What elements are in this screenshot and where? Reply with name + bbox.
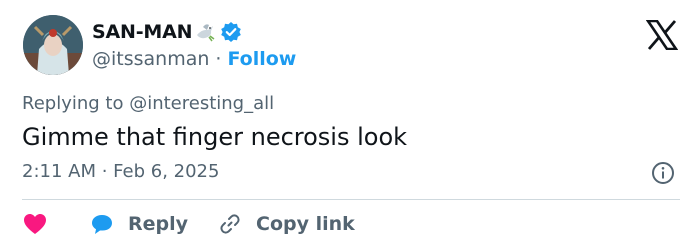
tweet-timestamp[interactable]: 2:11 AM · Feb 6, 2025 (22, 161, 219, 182)
user-handle[interactable]: @itssanman (92, 48, 209, 70)
name-row: SAN-MAN (92, 20, 242, 44)
divider (22, 199, 680, 200)
like-button[interactable] (22, 212, 48, 236)
separator-dot: · (215, 48, 222, 70)
avatar[interactable] (23, 15, 83, 75)
display-name[interactable]: SAN-MAN (92, 21, 192, 43)
action-bar: Reply Copy link (22, 210, 355, 238)
copy-link-button[interactable]: Copy link (218, 212, 355, 236)
verified-badge-icon (220, 21, 242, 43)
reply-button[interactable]: Reply (90, 213, 188, 235)
reply-label: Reply (128, 213, 189, 235)
replying-to-text: Replying to @interesting_all (22, 93, 275, 114)
heart-icon (22, 212, 48, 236)
tweet-text: Gimme that finger necrosis look (22, 123, 408, 151)
follow-button[interactable]: Follow (227, 48, 296, 70)
link-icon (218, 212, 242, 236)
dove-emoji-icon (194, 21, 216, 43)
copy-link-label: Copy link (256, 213, 355, 235)
x-logo-icon[interactable] (645, 19, 679, 51)
info-icon[interactable] (651, 161, 675, 185)
speech-bubble-icon (90, 213, 114, 235)
handle-row: @itssanman · Follow (92, 48, 296, 70)
